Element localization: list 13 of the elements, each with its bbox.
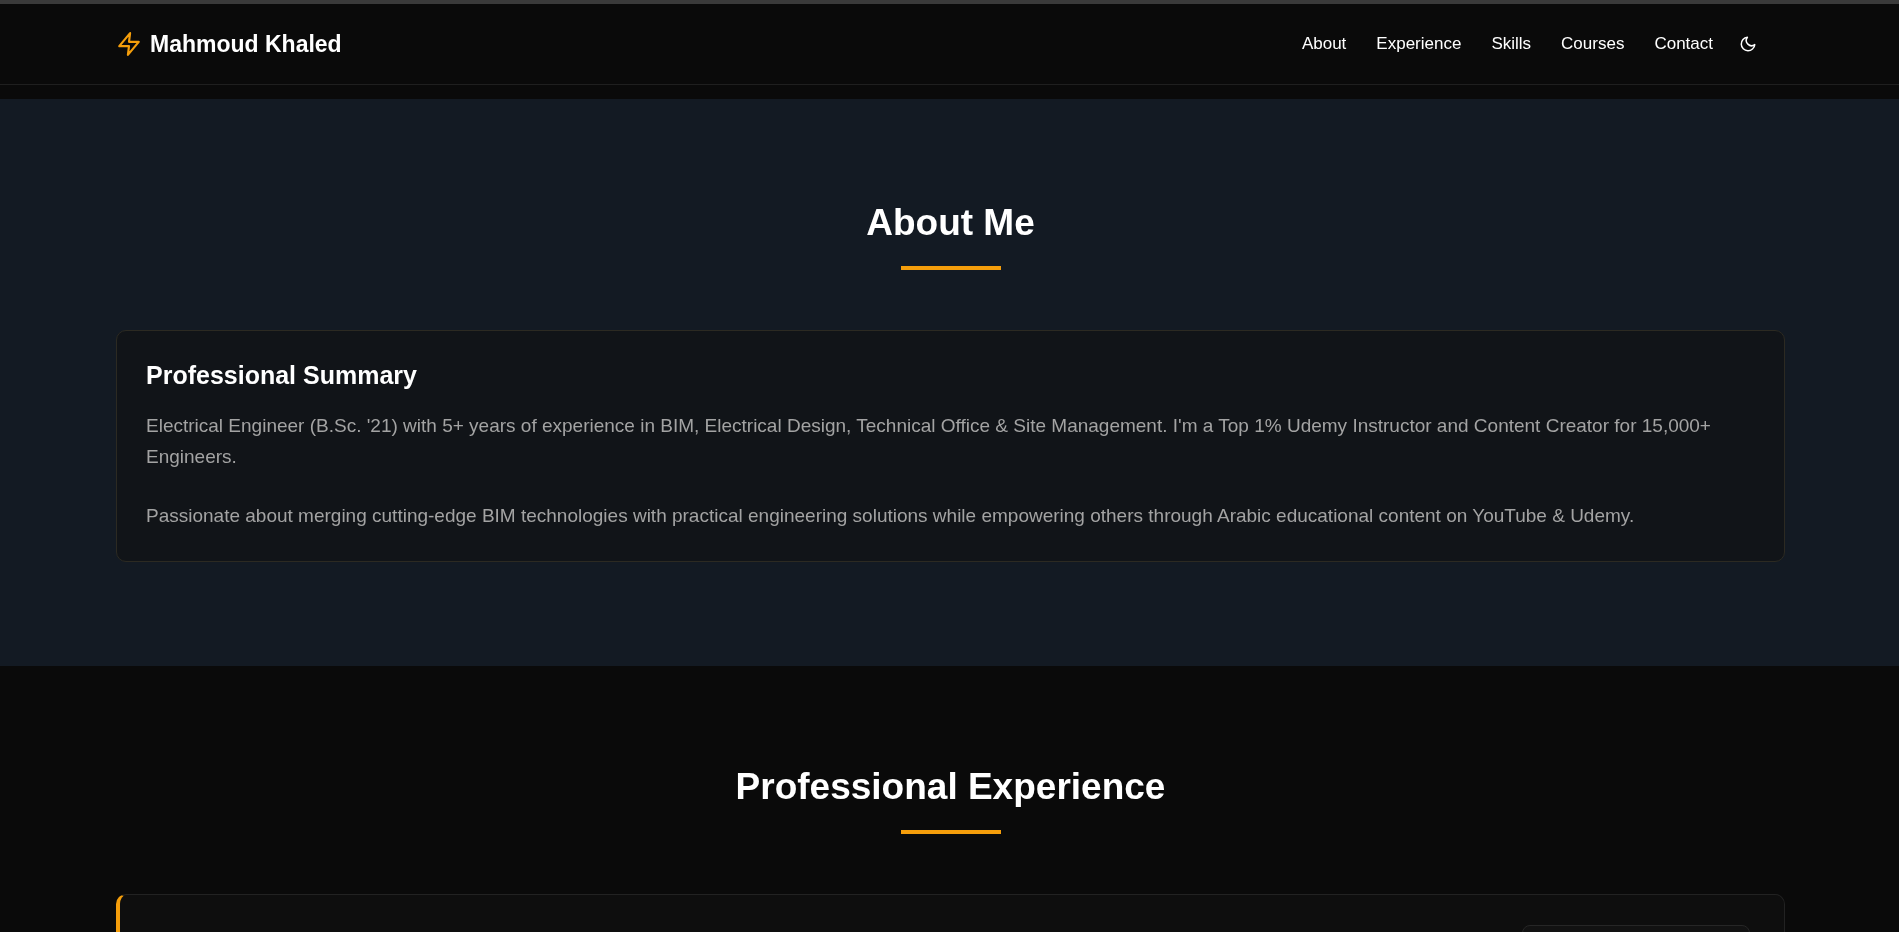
nav-link[interactable]: Skills bbox=[1491, 34, 1532, 54]
nav-link[interactable]: Contact bbox=[1654, 34, 1713, 54]
section-heading: About Me bbox=[865, 202, 1036, 244]
summary-paragraph: Passionate about merging cutting-edge BIM technologies with practical engineering solutions while empowering others through Arabic educational content on YouTube & Udemy. bbox=[146, 504, 1636, 528]
card-title: Professional Summary bbox=[146, 361, 418, 390]
nav-link[interactable]: Experience bbox=[1376, 34, 1462, 54]
lightning-bolt-icon bbox=[116, 31, 142, 57]
summary-paragraph: Electrical Engineer (B.Sc. '21) with 5+ years of experience in BIM, Electrical Design, Technical Office & Site Management. I'm a Top 1% Udemy Instructor and Content Creator for 15,000+ Engineers. bbox=[146, 414, 1712, 469]
moon-icon bbox=[1739, 35, 1757, 53]
section-heading: Professional Experience bbox=[734, 766, 1167, 808]
site-brand-name[interactable]: Mahmoud Khaled bbox=[150, 30, 342, 58]
nav-link[interactable]: Courses bbox=[1561, 34, 1625, 54]
nav-link[interactable]: About bbox=[1301, 34, 1347, 54]
